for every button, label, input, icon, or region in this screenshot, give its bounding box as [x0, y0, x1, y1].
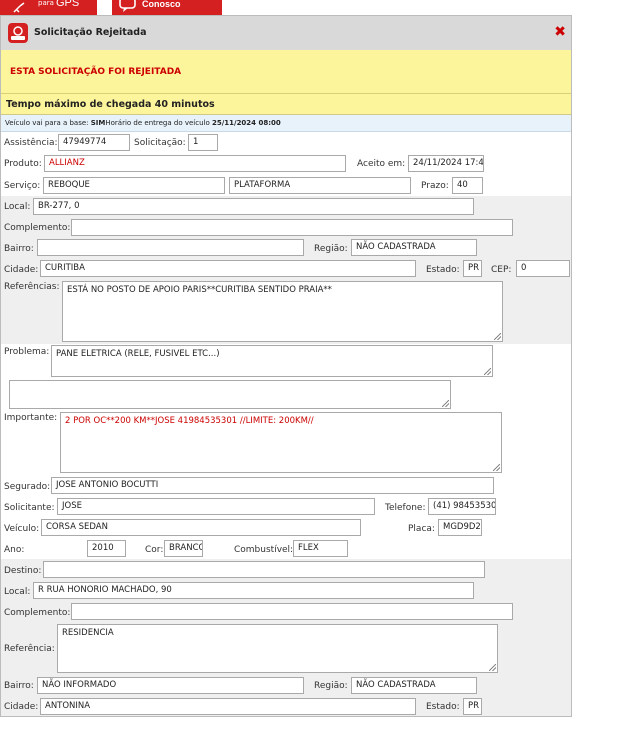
importante-field[interactable]: 2 POR OC**200 KM**JOSE 41984535301 //LIM…: [60, 412, 502, 473]
telefone-label: Telefone:: [385, 503, 426, 513]
produto-field[interactable]: ALLIANZ: [44, 155, 346, 172]
dest-cidade-field[interactable]: ANTONINA: [40, 698, 416, 715]
local-label: Local:: [4, 202, 31, 212]
dest-complemento-field[interactable]: [71, 603, 513, 620]
cor-field[interactable]: BRANCO: [164, 540, 203, 557]
solicitacao-field[interactable]: 1: [188, 134, 218, 151]
ano-field[interactable]: 2010: [87, 540, 126, 557]
produto-label: Produto:: [4, 159, 42, 169]
estado-label: Estado:: [426, 265, 460, 275]
problema-extra-field[interactable]: [9, 380, 451, 409]
importante-text: 2 POR OC**200 KM**JOSE 41984535301 //LIM…: [65, 416, 314, 426]
base-value: SIM: [90, 119, 106, 127]
veiculo-field[interactable]: CORSA SEDAN: [41, 519, 361, 536]
dest-referencia-label: Referência:: [4, 644, 55, 654]
solicitacao-label: Solicitação:: [134, 138, 186, 148]
rejected-request-dialog: Solicitação Rejeitada ✖ ESTA SOLICITAÇÃO…: [0, 15, 572, 717]
servico-type-field[interactable]: PLATAFORMA: [229, 177, 411, 194]
delivery-value: 25/11/2024 08:00: [211, 119, 281, 127]
dest-cidade-label: Cidade:: [4, 702, 39, 712]
dest-bairro-label: Bairro:: [4, 681, 34, 691]
dest-estado-label: Estado:: [426, 702, 460, 712]
arrival-time-bar: Tempo máximo de chegada 40 minutos: [1, 94, 571, 115]
problema-label: Problema:: [4, 347, 50, 357]
resize-grip-icon[interactable]: [489, 664, 496, 671]
assistencia-field[interactable]: 47949774: [58, 134, 130, 151]
vehicle-info-bar: Veículo vai para a base: SIMHorário de e…: [1, 115, 571, 132]
complemento-label: Complemento:: [4, 223, 71, 233]
dest-referencia-field[interactable]: RESIDENCIA: [57, 624, 498, 673]
base-label: Veículo vai para a base:: [5, 119, 91, 127]
dialog-title: Solicitação Rejeitada: [34, 27, 147, 38]
aceito-label: Aceito em:: [357, 159, 406, 169]
dest-local-label: Local:: [4, 587, 31, 597]
aceito-field[interactable]: 24/11/2024 17:49: [408, 155, 484, 172]
cidade-label: Cidade:: [4, 265, 39, 275]
regiao-field[interactable]: NÃO CADASTRADA: [351, 239, 477, 256]
servico-field[interactable]: REBOQUE: [43, 177, 225, 194]
solicitante-field[interactable]: JOSE: [57, 498, 375, 515]
segurado-field[interactable]: JOSE ANTONIO BOCUTTI: [51, 477, 494, 494]
chat-icon: [118, 0, 138, 16]
local-field[interactable]: BR-277, 0: [33, 198, 474, 215]
bairro-label: Bairro:: [4, 244, 34, 254]
prazo-field[interactable]: 40: [452, 177, 483, 194]
dest-bairro-field[interactable]: NÃO INFORMADO: [37, 677, 304, 694]
problema-field[interactable]: PANE ELETRICA (RELE, FUSIVEL ETC...): [51, 345, 493, 377]
resize-grip-icon[interactable]: [494, 333, 501, 340]
referencias-label: Referências:: [4, 282, 60, 292]
app-logo-icon: [8, 23, 28, 43]
servico-label: Serviço:: [4, 181, 41, 191]
resize-grip-icon[interactable]: [484, 368, 491, 375]
cep-field[interactable]: 0: [516, 260, 570, 277]
referencias-field[interactable]: ESTÁ NO POSTO DE APOIO PARIS**CURITIBA S…: [62, 281, 503, 342]
placa-field[interactable]: MGD9D26: [438, 519, 482, 536]
gps-tab[interactable]: para GPS: [0, 0, 97, 15]
estado-field[interactable]: PR: [463, 260, 482, 277]
resize-grip-icon[interactable]: [442, 400, 449, 407]
close-icon[interactable]: ✖: [554, 24, 566, 40]
delivery-label: Horário de entrega do veículo: [105, 119, 212, 127]
cep-label: CEP:: [491, 265, 512, 275]
dest-complemento-label: Complemento:: [4, 608, 71, 618]
prazo-label: Prazo:: [421, 181, 449, 191]
conosco-tab-label: Conosco: [142, 0, 181, 9]
problema-text: PANE ELETRICA (RELE, FUSIVEL ETC...): [56, 349, 220, 359]
destino-field[interactable]: [43, 561, 485, 578]
gps-tab-label: GPS: [56, 0, 80, 9]
arrival-time-label: Tempo máximo de chegada 40 minutos: [6, 99, 215, 110]
veiculo-label: Veículo:: [4, 524, 40, 534]
dest-regiao-field[interactable]: NÃO CADASTRADA: [351, 677, 477, 694]
assistencia-label: Assistência:: [4, 138, 58, 148]
destino-label: Destino:: [4, 566, 42, 576]
dest-local-field[interactable]: R RUA HONORIO MACHADO, 90: [33, 582, 474, 599]
cor-label: Cor:: [145, 545, 164, 555]
gps-icon: [12, 1, 28, 16]
rejected-banner: ESTA SOLICITAÇÃO FOI REJEITADA: [1, 50, 571, 94]
dest-regiao-label: Região:: [314, 681, 348, 691]
rejected-message: ESTA SOLICITAÇÃO FOI REJEITADA: [10, 67, 182, 77]
conosco-tab[interactable]: Conosco: [112, 0, 222, 15]
combustivel-label: Combustível:: [234, 545, 294, 555]
dest-estado-field[interactable]: PR: [463, 698, 482, 715]
ano-label: Ano:: [4, 545, 25, 555]
dest-referencia-text: RESIDENCIA: [62, 628, 114, 638]
placa-label: Placa:: [408, 524, 435, 534]
segurado-label: Segurado:: [4, 482, 51, 492]
importante-label: Importante:: [4, 413, 58, 423]
solicitante-label: Solicitante:: [4, 503, 55, 513]
combustivel-field[interactable]: FLEX: [293, 540, 348, 557]
complemento-field[interactable]: [71, 219, 513, 236]
dialog-titlebar: Solicitação Rejeitada ✖: [1, 16, 571, 50]
referencias-text: ESTÁ NO POSTO DE APOIO PARIS**CURITIBA S…: [67, 285, 332, 295]
resize-grip-icon[interactable]: [493, 464, 500, 471]
gps-tab-prefix: para: [38, 0, 54, 7]
regiao-label: Região:: [314, 244, 348, 254]
telefone-field[interactable]: (41) 984535301: [428, 498, 496, 515]
cidade-field[interactable]: CURITIBA: [40, 260, 416, 277]
bairro-field[interactable]: [37, 239, 304, 256]
